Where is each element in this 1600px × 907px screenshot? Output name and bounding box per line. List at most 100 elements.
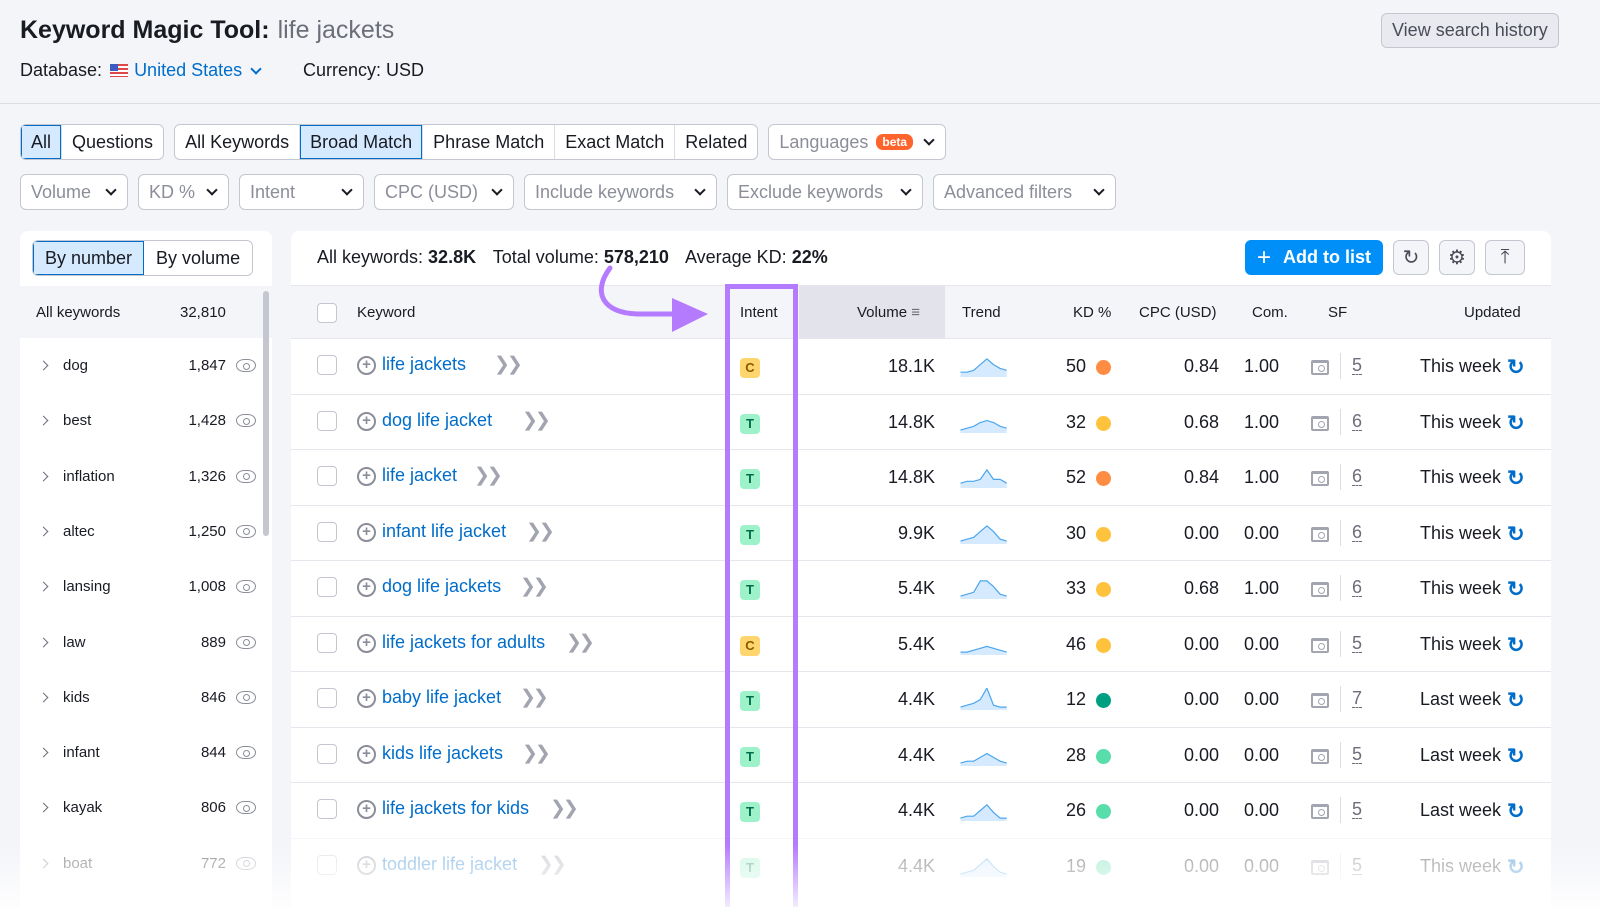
serp-features-count[interactable]: 5 [1352,745,1363,764]
row-checkbox[interactable] [317,688,337,708]
add-keyword-icon[interactable]: + [357,522,376,542]
chevron-right-icon[interactable] [38,692,49,703]
double-chevron-icon[interactable]: ❯❯ [474,464,503,487]
chevron-right-icon[interactable] [38,526,49,537]
keyword-link[interactable]: kids life jackets [382,743,503,764]
eye-icon[interactable] [236,524,256,538]
row-checkbox[interactable] [317,799,337,819]
eye-icon[interactable] [236,801,256,815]
tab-exact-match[interactable]: Exact Match [555,125,676,159]
filter-kd-dropdown[interactable]: KD % [138,174,229,210]
chevron-right-icon[interactable] [38,415,49,426]
column-updated[interactable]: Updated [1464,304,1521,321]
eye-icon[interactable] [236,690,256,704]
double-chevron-icon[interactable]: ❯❯ [520,575,549,598]
sidebar-group-item[interactable]: dog 1,847 [20,338,260,393]
add-keyword-icon[interactable]: + [357,800,376,819]
serp-features-icon[interactable] [1311,859,1329,875]
refresh-icon[interactable]: ↻ [1507,411,1525,436]
tab-broad-match[interactable]: Broad Match [300,125,424,159]
sidebar-group-item[interactable]: kayak 806 [20,780,260,835]
keyword-link[interactable]: dog life jacket [382,410,492,431]
serp-features-count[interactable]: 6 [1352,412,1363,431]
all-keywords-group[interactable]: All keywords 32,810 [20,286,272,338]
refresh-icon[interactable]: ↻ [1507,466,1525,491]
tab-phrase-match[interactable]: Phrase Match [423,125,556,159]
serp-features-icon[interactable] [1311,415,1329,431]
double-chevron-icon[interactable]: ❯❯ [494,353,523,376]
chevron-right-icon[interactable] [38,581,49,592]
by-number-button[interactable]: By number [33,241,145,275]
tab-all[interactable]: All [21,125,63,159]
double-chevron-icon[interactable]: ❯❯ [522,409,551,432]
tab-questions[interactable]: Questions [62,125,163,159]
serp-features-count[interactable]: 5 [1352,634,1363,653]
add-keyword-icon[interactable]: + [357,744,376,764]
serp-features-count[interactable]: 5 [1352,856,1363,875]
tab-related[interactable]: Related [675,125,757,159]
serp-features-icon[interactable] [1311,360,1329,375]
double-chevron-icon[interactable]: ❯❯ [550,797,579,820]
keyword-link[interactable]: life jacket [382,465,457,486]
row-checkbox[interactable] [317,355,337,375]
keyword-link[interactable]: baby life jacket [382,687,501,708]
chevron-down-icon[interactable] [250,62,262,75]
column-competition[interactable]: Com. [1252,304,1288,321]
serp-features-icon[interactable] [1311,526,1329,542]
eye-icon[interactable] [236,414,256,428]
serp-features-count[interactable]: 7 [1352,689,1363,708]
chevron-right-icon[interactable] [38,360,49,371]
refresh-icon[interactable]: ↻ [1507,855,1525,880]
add-keyword-icon[interactable]: + [357,689,376,708]
eye-icon[interactable] [236,635,256,649]
refresh-icon[interactable]: ↻ [1507,744,1525,769]
settings-button[interactable]: ⚙ [1439,240,1475,275]
column-cpc[interactable]: CPC (USD) [1139,304,1217,321]
double-chevron-icon[interactable]: ❯❯ [538,853,567,876]
eye-icon[interactable] [236,580,256,594]
sidebar-group-item[interactable]: infant 844 [20,725,260,780]
sidebar-group-item[interactable]: altec 1,250 [20,504,260,559]
column-keyword[interactable]: Keyword [357,304,415,321]
refresh-icon[interactable]: ↻ [1507,522,1525,547]
sidebar-scrollbar[interactable] [263,291,269,536]
add-keyword-icon[interactable]: + [357,578,376,597]
add-keyword-icon[interactable]: + [357,467,376,486]
sidebar-group-item[interactable]: lansing 1,008 [20,559,260,614]
column-serp-features[interactable]: SF [1328,304,1347,321]
chevron-right-icon[interactable] [38,471,49,482]
column-intent[interactable]: Intent [740,304,778,321]
add-keyword-icon[interactable]: + [357,633,376,653]
keyword-link[interactable]: life jackets for adults [382,632,545,653]
serp-features-count[interactable]: 5 [1352,800,1363,819]
row-checkbox[interactable] [317,410,337,431]
chevron-right-icon[interactable] [38,637,49,647]
refresh-icon[interactable]: ↻ [1507,688,1525,713]
double-chevron-icon[interactable]: ❯❯ [520,686,549,709]
view-search-history-button[interactable]: View search history [1381,13,1559,48]
row-checkbox[interactable] [317,743,337,764]
languages-dropdown[interactable]: Languages beta [768,124,947,160]
filter-advanced-filters-dropdown[interactable]: Advanced filters [933,174,1116,210]
column-kd[interactable]: KD % [1073,304,1111,321]
serp-features-icon[interactable] [1311,471,1329,486]
add-keyword-icon[interactable]: + [357,855,376,875]
row-checkbox[interactable] [317,521,337,542]
row-checkbox[interactable] [317,466,337,486]
keyword-link[interactable]: toddler life jacket [382,854,517,875]
eye-icon[interactable] [236,856,256,870]
row-checkbox[interactable] [317,577,337,597]
sidebar-group-item[interactable]: best 1,428 [20,393,260,448]
filter-exclude-keywords-dropdown[interactable]: Exclude keywords [727,174,923,210]
column-volume[interactable]: Volume ≡ [799,286,945,339]
serp-features-count[interactable]: 5 [1352,356,1363,375]
serp-features-icon[interactable] [1311,804,1329,819]
refresh-button[interactable]: ↻ [1393,240,1429,275]
serp-features-icon[interactable] [1311,637,1329,653]
serp-features-count[interactable]: 6 [1352,523,1363,542]
chevron-right-icon[interactable] [38,747,49,758]
add-keyword-icon[interactable]: + [357,411,376,431]
database-value[interactable]: United States [134,60,242,81]
keyword-link[interactable]: dog life jackets [382,576,501,597]
refresh-icon[interactable]: ↻ [1507,577,1525,602]
